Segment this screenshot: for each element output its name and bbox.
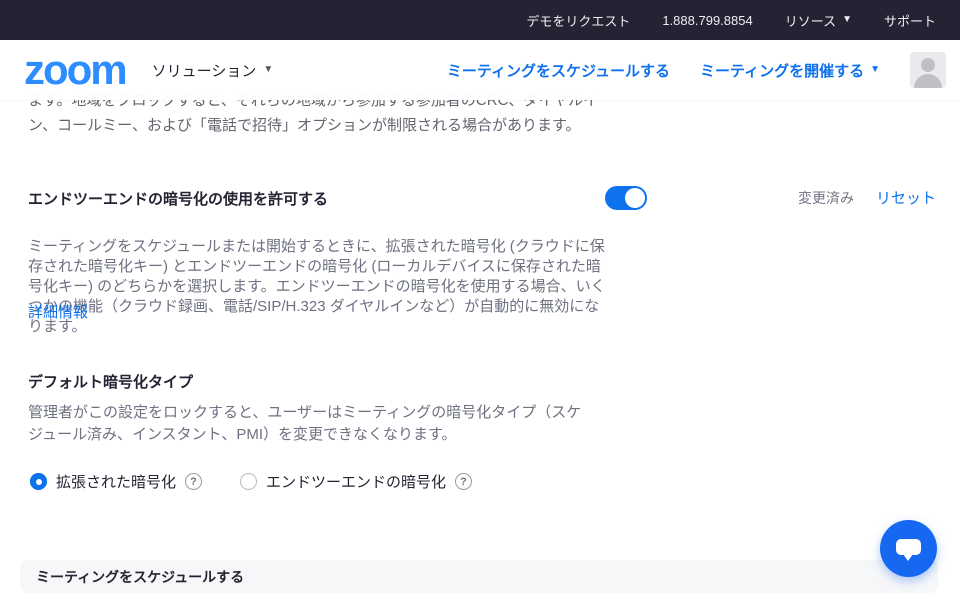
chat-support-button[interactable]: [880, 520, 937, 577]
e2e-encryption-toggle[interactable]: [605, 186, 647, 210]
zoom-settings-page: ます。地域をブロックすると、それらの地域から参加する参加者のCRC、ダイヤルイン…: [0, 0, 960, 600]
more-info-link[interactable]: 詳細情報: [28, 301, 88, 322]
modified-status-label: 変更済み: [798, 188, 854, 208]
e2e-setting-title: エンドツーエンドの暗号化の使用を許可する: [28, 188, 328, 209]
request-demo-link[interactable]: デモをリクエスト: [526, 11, 630, 30]
user-avatar[interactable]: [910, 52, 946, 88]
reset-link[interactable]: リセット: [876, 187, 936, 208]
header-right: ミーティングをスケジュールする ミーティングを開催する ▼: [447, 52, 960, 88]
default-encryption-description: 管理者がこの設定をロックすると、ユーザーはミーティングの暗号化タイプ（スケジュー…: [28, 402, 588, 446]
support-link[interactable]: サポート: [884, 11, 936, 30]
help-question-icon[interactable]: ?: [185, 473, 202, 490]
zoom-logo[interactable]: zoom: [24, 49, 126, 91]
encryption-type-radio-group: 拡張された暗号化 ? エンドツーエンドの暗号化 ?: [30, 471, 472, 492]
chat-bubble-icon: [896, 539, 921, 555]
resources-menu[interactable]: リソース▼: [785, 11, 852, 30]
modified-row: 変更済み リセット: [798, 187, 936, 208]
radio-selected-icon[interactable]: [30, 473, 47, 490]
section-header-schedule-meeting: ミーティングをスケジュールする: [20, 560, 938, 593]
default-encryption-title: デフォルト暗号化タイプ: [28, 371, 193, 392]
phone-number-link[interactable]: 1.888.799.8854: [662, 13, 752, 28]
e2e-setting-description: ミーティングをスケジュールまたは開始するときに、拡張された暗号化 (クラウドに保…: [28, 237, 614, 337]
avatar-person-icon: [921, 58, 935, 72]
radio-enhanced-encryption[interactable]: 拡張された暗号化 ?: [30, 471, 202, 492]
chevron-down-icon: ▼: [842, 15, 852, 25]
top-utility-bar: デモをリクエスト 1.888.799.8854 リソース▼ サポート: [0, 0, 960, 40]
chevron-down-icon: ▼: [870, 65, 880, 75]
chevron-down-icon: ▼: [263, 65, 273, 75]
main-header: zoom ソリューション ▼ ミーティングをスケジュールする ミーティングを開催…: [0, 40, 960, 100]
help-question-icon[interactable]: ?: [455, 473, 472, 490]
host-meeting-menu[interactable]: ミーティングを開催する ▼: [700, 60, 880, 81]
radio-e2e-encryption[interactable]: エンドツーエンドの暗号化 ?: [240, 471, 472, 492]
schedule-meeting-link[interactable]: ミーティングをスケジュールする: [447, 60, 670, 81]
solutions-menu[interactable]: ソリューション ▼: [152, 60, 274, 81]
radio-unselected-icon[interactable]: [240, 473, 257, 490]
